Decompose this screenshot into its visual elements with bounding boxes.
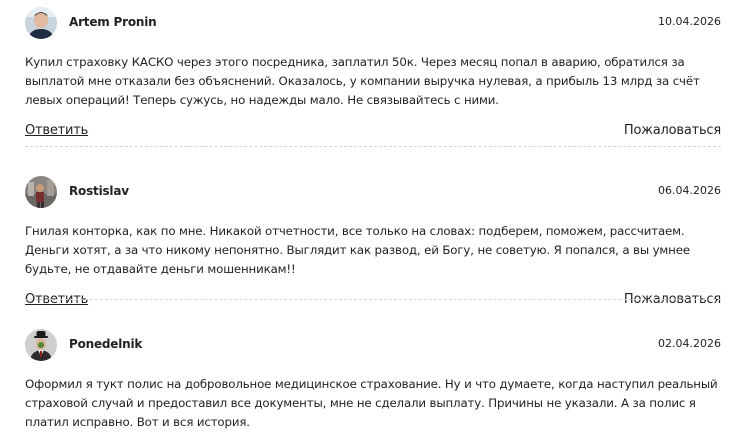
review-text: Купил страховку КАСКО через этого посред…: [25, 55, 700, 107]
review-header: Ponedelnik 02.04.2026: [25, 329, 721, 363]
review-item: Ponedelnik 02.04.2026 Оформил я тукт пол…: [25, 329, 721, 432]
review-actions: Ответить Пожаловаться: [25, 292, 721, 312]
divider: [25, 299, 721, 300]
review-header: Artem Pronin 10.04.2026: [25, 7, 721, 41]
report-link[interactable]: Пожаловаться: [624, 123, 721, 138]
avatar: [25, 7, 57, 39]
review-date: 06.04.2026: [658, 184, 721, 197]
review-item: Artem Pronin 10.04.2026 Купил страховку …: [25, 7, 721, 143]
review-text: Гнилая конторка, как по мне. Никакой отч…: [25, 224, 690, 276]
divider: [25, 146, 721, 147]
review-date: 10.04.2026: [658, 15, 721, 28]
review-item: Rostislav 06.04.2026 Гнилая конторка, ка…: [25, 176, 721, 312]
avatar: [25, 176, 57, 208]
review-author: Artem Pronin: [69, 15, 157, 29]
review-author: Rostislav: [69, 184, 129, 198]
review-text: Оформил я тукт полис на добровольное мед…: [25, 377, 718, 429]
review-date: 02.04.2026: [658, 337, 721, 350]
reply-link[interactable]: Ответить: [25, 123, 88, 138]
review-author: Ponedelnik: [69, 337, 143, 351]
review-header: Rostislav 06.04.2026: [25, 176, 721, 210]
avatar: [25, 329, 57, 361]
review-actions: Ответить Пожаловаться: [25, 123, 721, 143]
